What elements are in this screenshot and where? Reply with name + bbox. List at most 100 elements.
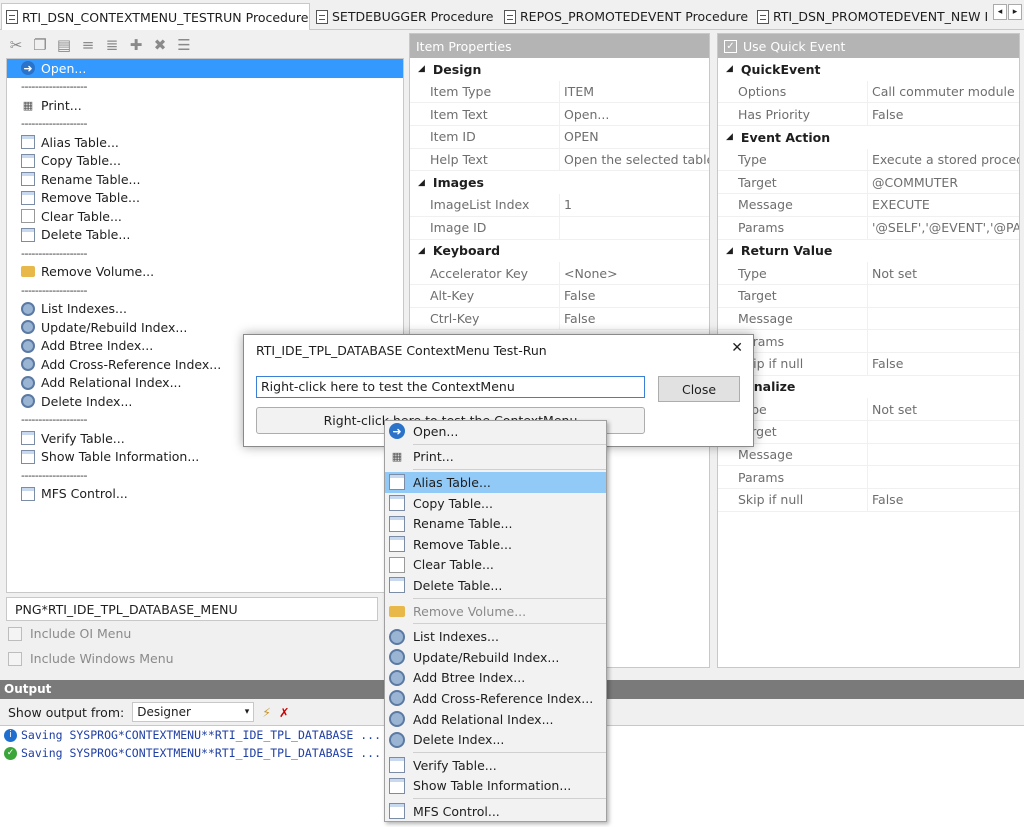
- menu-list-item[interactable]: Rename Table...: [7, 170, 403, 189]
- property-value[interactable]: False: [868, 103, 1019, 125]
- property-row[interactable]: Accelerator Key <None>: [410, 262, 709, 285]
- property-value[interactable]: [868, 285, 1019, 307]
- context-menu-item[interactable]: Clear Table...: [385, 555, 606, 576]
- context-menu-item[interactable]: Delete Table...: [385, 575, 606, 596]
- property-row[interactable]: Skip if null False: [718, 489, 1019, 512]
- property-value[interactable]: EXECUTE: [868, 194, 1019, 216]
- collapse-icon[interactable]: ◢: [418, 246, 425, 256]
- menu-list-item[interactable]: -------------------: [7, 281, 403, 300]
- include-windows-menu-checkbox[interactable]: Include Windows Menu: [8, 651, 174, 666]
- property-row[interactable]: Target: [718, 421, 1019, 444]
- property-value[interactable]: ITEM: [560, 81, 709, 103]
- test-input-field[interactable]: Right-click here to test the ContextMenu: [256, 376, 645, 398]
- property-section[interactable]: ◢ QuickEvent: [718, 58, 1019, 81]
- property-section[interactable]: ◢ Keyboard: [410, 239, 709, 263]
- property-value[interactable]: OPEN: [560, 126, 709, 148]
- property-value[interactable]: [868, 308, 1019, 330]
- checkbox-box[interactable]: [8, 626, 22, 641]
- scroll-right-icon[interactable]: ▸: [1008, 4, 1022, 20]
- context-menu-item[interactable]: Add Cross-Reference Index...: [385, 688, 606, 709]
- close-icon[interactable]: ✕: [731, 340, 743, 356]
- context-menu-item[interactable]: Remove Table...: [385, 534, 606, 555]
- property-value[interactable]: [868, 330, 1019, 352]
- indent-icon[interactable]: ≡: [80, 36, 96, 54]
- context-menu-item[interactable]: Update/Rebuild Index...: [385, 647, 606, 668]
- collapse-icon[interactable]: ◢: [726, 64, 733, 74]
- cut-icon[interactable]: ✂: [8, 36, 24, 54]
- property-value[interactable]: '@SELF','@EVENT','@PARAM1': [868, 217, 1019, 239]
- property-section[interactable]: ◢ Return Value: [718, 239, 1019, 263]
- collapse-icon[interactable]: ◢: [418, 178, 425, 188]
- collapse-icon[interactable]: ◢: [726, 246, 733, 256]
- menu-list-item[interactable]: ▦ Print...: [7, 96, 403, 115]
- property-row[interactable]: TypeExecute a stored procedure: [718, 148, 1019, 172]
- property-section[interactable]: ◢ Design: [410, 58, 709, 81]
- menu-list-item[interactable]: Remove Volume...: [7, 263, 403, 282]
- property-value[interactable]: Execute a stored procedure: [868, 149, 1019, 171]
- property-row[interactable]: Params: [718, 330, 1019, 353]
- add-icon[interactable]: ✚: [128, 36, 144, 54]
- property-row[interactable]: Item Type ITEM: [410, 80, 709, 104]
- context-menu-item[interactable]: Add Btree Index...: [385, 668, 606, 689]
- tab-rti-dsn-promotedevent-new[interactable]: RTI_DSN_PROMOTEDEVENT_NEW Procedure: [753, 3, 987, 30]
- copy-icon[interactable]: ❐: [32, 36, 48, 54]
- property-value[interactable]: [868, 466, 1019, 488]
- property-value[interactable]: False: [560, 308, 709, 330]
- property-value[interactable]: 1: [560, 194, 709, 216]
- menu-list-item[interactable]: List Indexes...: [7, 300, 403, 319]
- menu-list-item[interactable]: Alias Table...: [7, 133, 403, 152]
- clear-output-icon[interactable]: ⚡: [262, 705, 271, 720]
- property-value[interactable]: Call commuter module: [868, 81, 1019, 103]
- context-menu-item[interactable]: Delete Index...: [385, 729, 606, 750]
- property-row[interactable]: Item Text Open...: [410, 103, 709, 127]
- property-value[interactable]: Not set: [868, 398, 1019, 420]
- context-menu-item[interactable]: Show Table Information...: [385, 776, 606, 797]
- property-row[interactable]: Message: [718, 443, 1019, 467]
- context-menu-item[interactable]: Alias Table...: [385, 472, 606, 493]
- context-menu-item[interactable]: ➜ Open...: [385, 421, 606, 442]
- property-section[interactable]: ◢Finalize: [718, 375, 1019, 399]
- context-menu-item[interactable]: List Indexes...: [385, 626, 606, 647]
- outdent-icon[interactable]: ≣: [104, 36, 120, 54]
- close-button[interactable]: Close: [658, 376, 740, 402]
- property-value[interactable]: Not set: [868, 262, 1019, 284]
- menu-list-item[interactable]: -------------------: [7, 115, 403, 134]
- property-row[interactable]: Help Text Open the selected table: [410, 148, 709, 172]
- context-menu-item[interactable]: Verify Table...: [385, 755, 606, 776]
- context-menu-item[interactable]: ▦ Print...: [385, 447, 606, 468]
- menu-list-item[interactable]: Show Table Information...: [7, 448, 403, 467]
- property-value[interactable]: False: [868, 489, 1019, 511]
- tab-repos-promotedevent[interactable]: REPOS_PROMOTEDEVENT Procedure ✕: [500, 3, 752, 30]
- property-row[interactable]: TypeNot set: [718, 262, 1019, 285]
- property-section[interactable]: ◢ Event Action: [718, 126, 1019, 149]
- menu-list-item[interactable]: Delete Table...: [7, 226, 403, 245]
- property-value[interactable]: [868, 421, 1019, 443]
- scroll-left-icon[interactable]: ◂: [993, 4, 1007, 20]
- checkbox-box[interactable]: [8, 651, 22, 666]
- menu-name-field[interactable]: PNG*RTI_IDE_TPL_DATABASE_MENU: [6, 597, 378, 621]
- property-row[interactable]: Alt-Key False: [410, 284, 709, 308]
- context-menu-item[interactable]: Add Relational Index...: [385, 709, 606, 730]
- delete-icon[interactable]: ✖: [152, 36, 168, 54]
- property-row[interactable]: Image ID: [410, 216, 709, 240]
- menu-item-list[interactable]: ➜ Open... ------------------- ▦ Print... ----…: [6, 58, 404, 593]
- menu-list-item[interactable]: MFS Control...: [7, 485, 403, 504]
- context-menu-item[interactable]: MFS Control...: [385, 801, 606, 822]
- property-value[interactable]: False: [560, 285, 709, 307]
- context-menu-item[interactable]: Rename Table...: [385, 513, 606, 534]
- tab-contextmenu-testrun[interactable]: RTI_DSN_CONTEXTMENU_TESTRUN Procedure ✕: [1, 3, 310, 30]
- property-row[interactable]: Message: [718, 307, 1019, 331]
- property-value[interactable]: Open the selected table: [560, 149, 709, 171]
- property-row[interactable]: Target: [718, 284, 1019, 308]
- property-row[interactable]: Ctrl-Key False: [410, 307, 709, 331]
- property-row[interactable]: Params: [718, 466, 1019, 490]
- property-row[interactable]: Has Priority False: [718, 103, 1019, 127]
- collapse-icon[interactable]: ◢: [418, 64, 425, 74]
- paste-icon[interactable]: ▤: [56, 36, 72, 54]
- property-value[interactable]: [868, 444, 1019, 466]
- property-value[interactable]: Open...: [560, 103, 709, 125]
- property-row[interactable]: Params'@SELF','@EVENT','@PARAM1': [718, 216, 1019, 240]
- delete-output-icon[interactable]: ✗: [279, 705, 289, 720]
- menu-list-item[interactable]: ➜ Open...: [7, 59, 403, 78]
- property-row[interactable]: ImageList Index 1: [410, 194, 709, 217]
